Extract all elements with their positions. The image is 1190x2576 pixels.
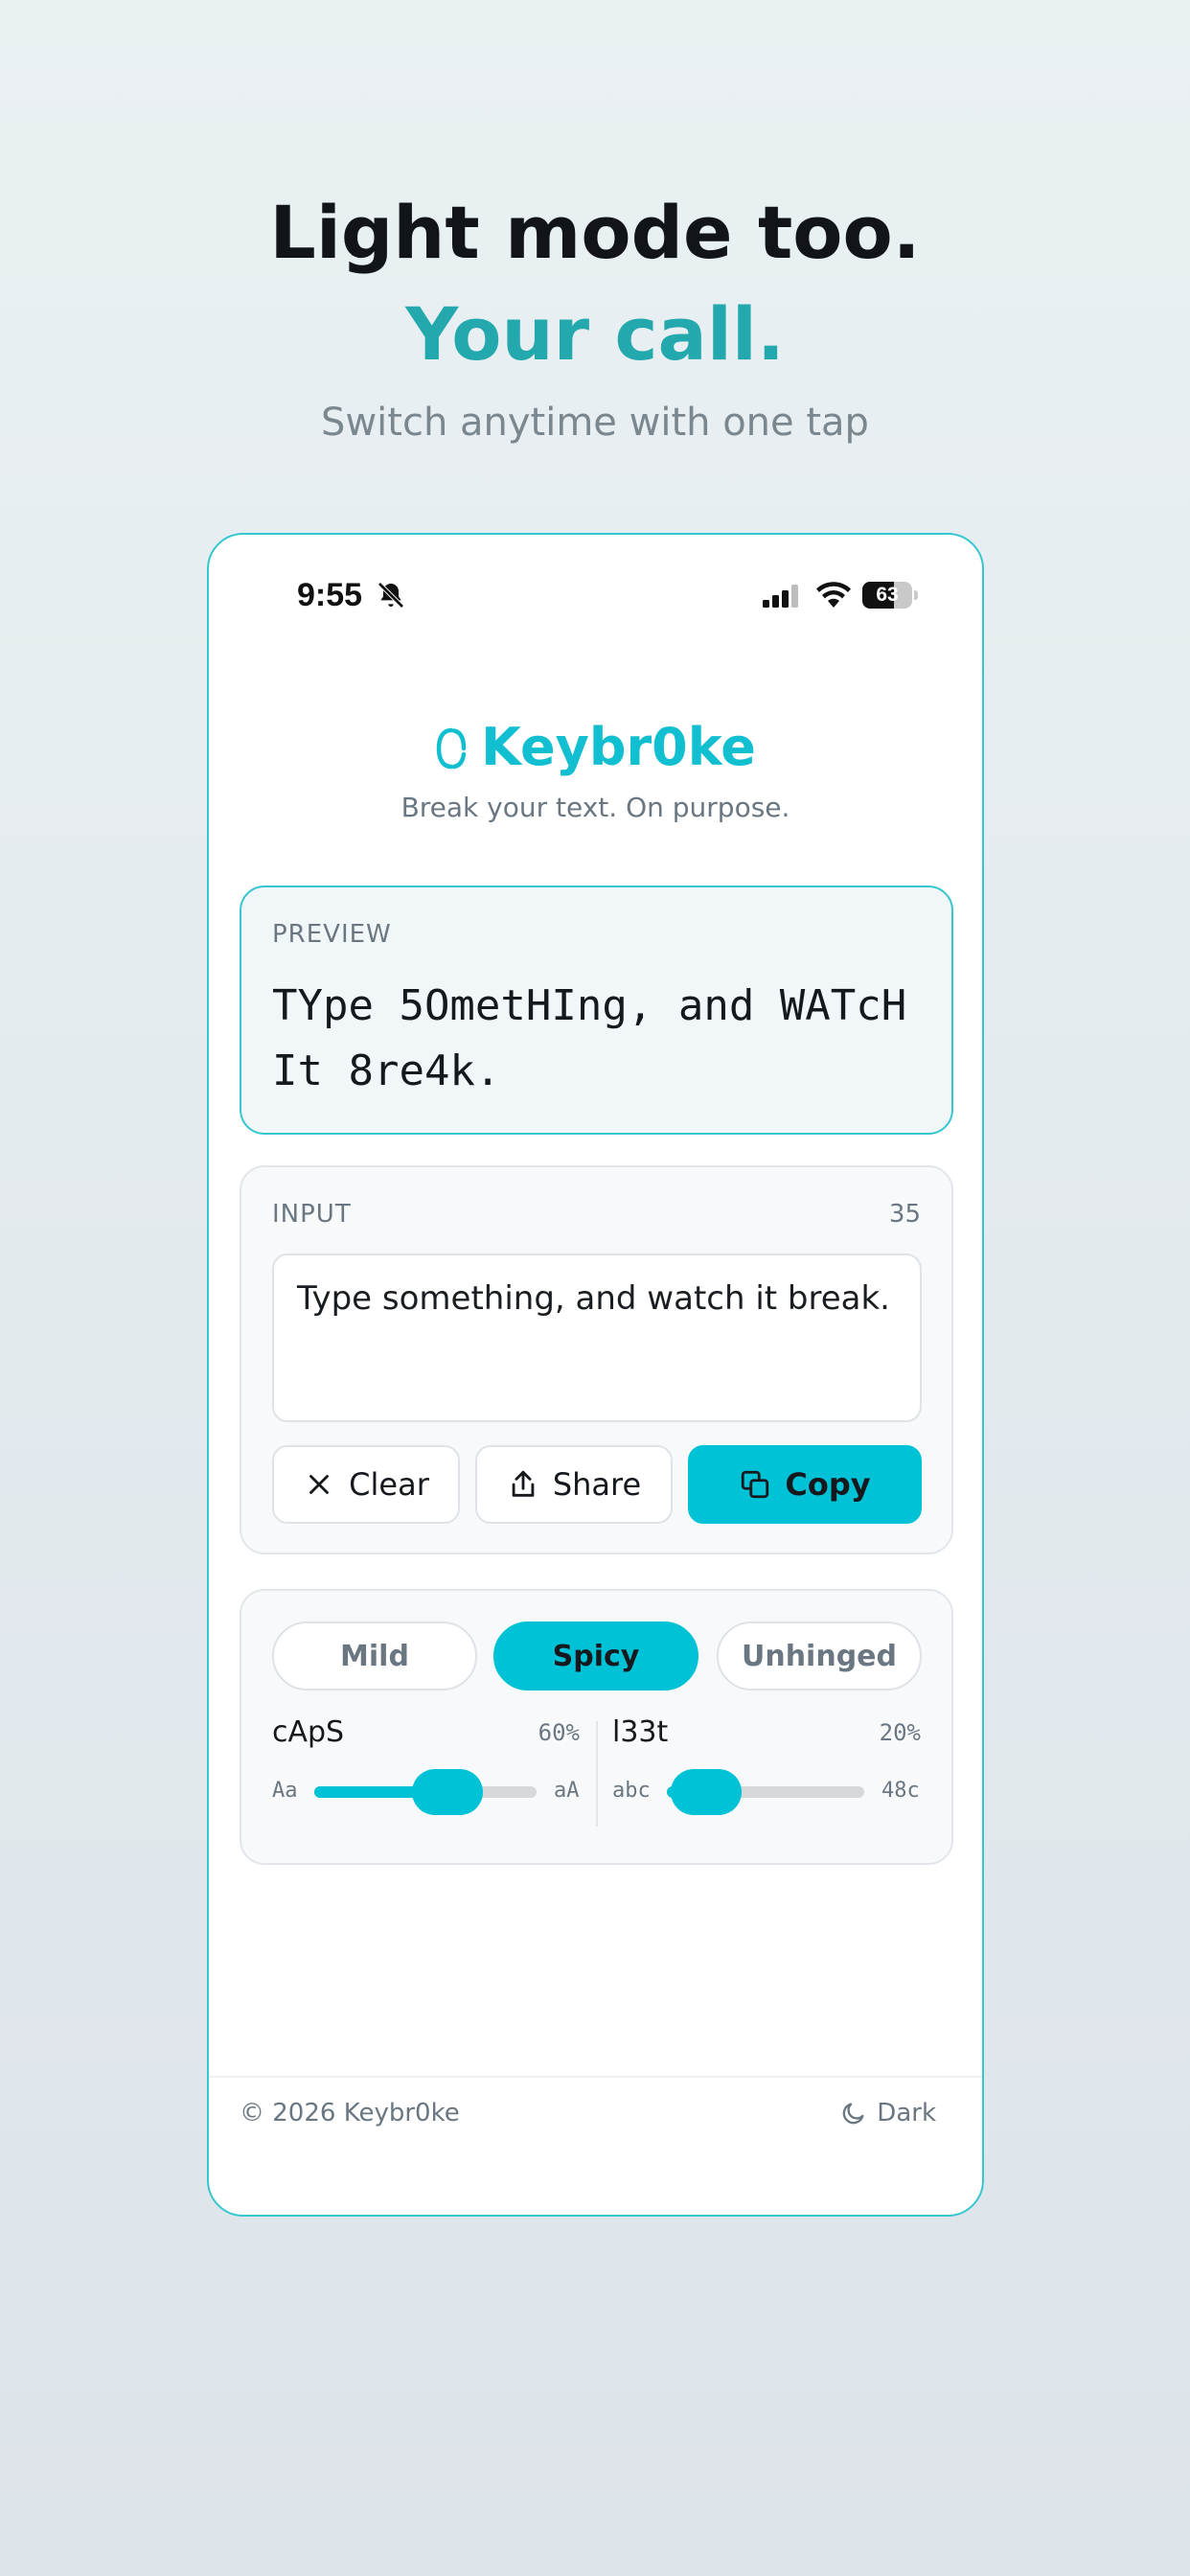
hero-title-accent: Your call.	[405, 291, 785, 377]
preview-card: PREVIEW TYpe 5OmetHIng, and WATcH It 8re…	[240, 886, 953, 1135]
leet-slider-value: 20%	[879, 1719, 921, 1746]
battery-nub	[914, 590, 918, 600]
leet-slider-max: 48c	[881, 1779, 920, 1803]
battery-level: 63	[876, 584, 899, 606]
copy-icon	[742, 1470, 769, 1499]
mode-unhinged[interactable]: Unhinged	[717, 1622, 922, 1690]
slider-divider	[596, 1721, 598, 1827]
copyright-text: © 2026 Keybr0ke	[240, 2099, 460, 2128]
intensity-card: Mild Spicy Unhinged cApS 60% Aa aA l33t …	[240, 1589, 953, 1865]
caps-slider[interactable]	[314, 1769, 537, 1815]
bell-slash-icon	[378, 582, 404, 609]
leet-slider-min: abc	[612, 1779, 651, 1803]
copy-button[interactable]: Copy	[688, 1445, 922, 1524]
input-card: INPUT 35 Type something, and watch it br…	[240, 1165, 953, 1554]
status-time: 9:55	[297, 577, 363, 613]
leet-slider-name: l33t	[612, 1715, 669, 1749]
copy-button-label: Copy	[785, 1466, 871, 1503]
clear-button-label: Clear	[349, 1466, 429, 1503]
wifi-icon	[816, 582, 851, 608]
caps-slider-value: 60%	[538, 1719, 580, 1746]
theme-toggle[interactable]: Dark	[840, 2099, 936, 2128]
clear-button[interactable]: Clear	[272, 1445, 460, 1524]
battery-icon: 63	[862, 582, 912, 609]
caps-slider-min: Aa	[272, 1779, 298, 1803]
app-tagline: Break your text. On purpose.	[400, 792, 790, 823]
footer-divider	[209, 2076, 982, 2078]
mode-mild[interactable]: Mild	[272, 1622, 477, 1690]
share-button[interactable]: Share	[475, 1445, 673, 1524]
mode-spicy[interactable]: Spicy	[493, 1622, 698, 1690]
phone-frame: 9:55 63 Keybr0ke Break your text. On pur…	[207, 533, 984, 2217]
text-input[interactable]: Type something, and watch it break.	[272, 1254, 922, 1422]
leet-slider[interactable]	[667, 1769, 864, 1815]
share-icon	[512, 1470, 535, 1497]
leet-slider-thumb[interactable]	[671, 1769, 743, 1815]
cellular-signal-icon	[763, 585, 798, 608]
broken-ring-icon	[436, 727, 467, 770]
share-button-label: Share	[552, 1466, 642, 1503]
hero-title-line: Light mode too.	[269, 190, 921, 275]
input-label: INPUT	[272, 1200, 352, 1229]
char-count: 35	[888, 1200, 921, 1229]
app-brand: Keybr0ke	[209, 717, 982, 777]
hero-title: Light mode too. Your call.	[0, 182, 1190, 385]
caps-slider-thumb[interactable]	[412, 1769, 484, 1815]
theme-toggle-label: Dark	[877, 2099, 936, 2128]
caps-slider-max: aA	[554, 1779, 580, 1803]
preview-label: PREVIEW	[272, 920, 392, 949]
close-icon	[309, 1475, 330, 1494]
caps-slider-name: cApS	[272, 1715, 345, 1749]
moon-icon	[843, 2103, 864, 2125]
app-name: Keybr0ke	[481, 717, 756, 777]
hero-subtitle: Switch anytime with one tap	[321, 401, 869, 445]
preview-text: TYpe 5OmetHIng, and WATcH It 8re4k.	[272, 981, 907, 1095]
